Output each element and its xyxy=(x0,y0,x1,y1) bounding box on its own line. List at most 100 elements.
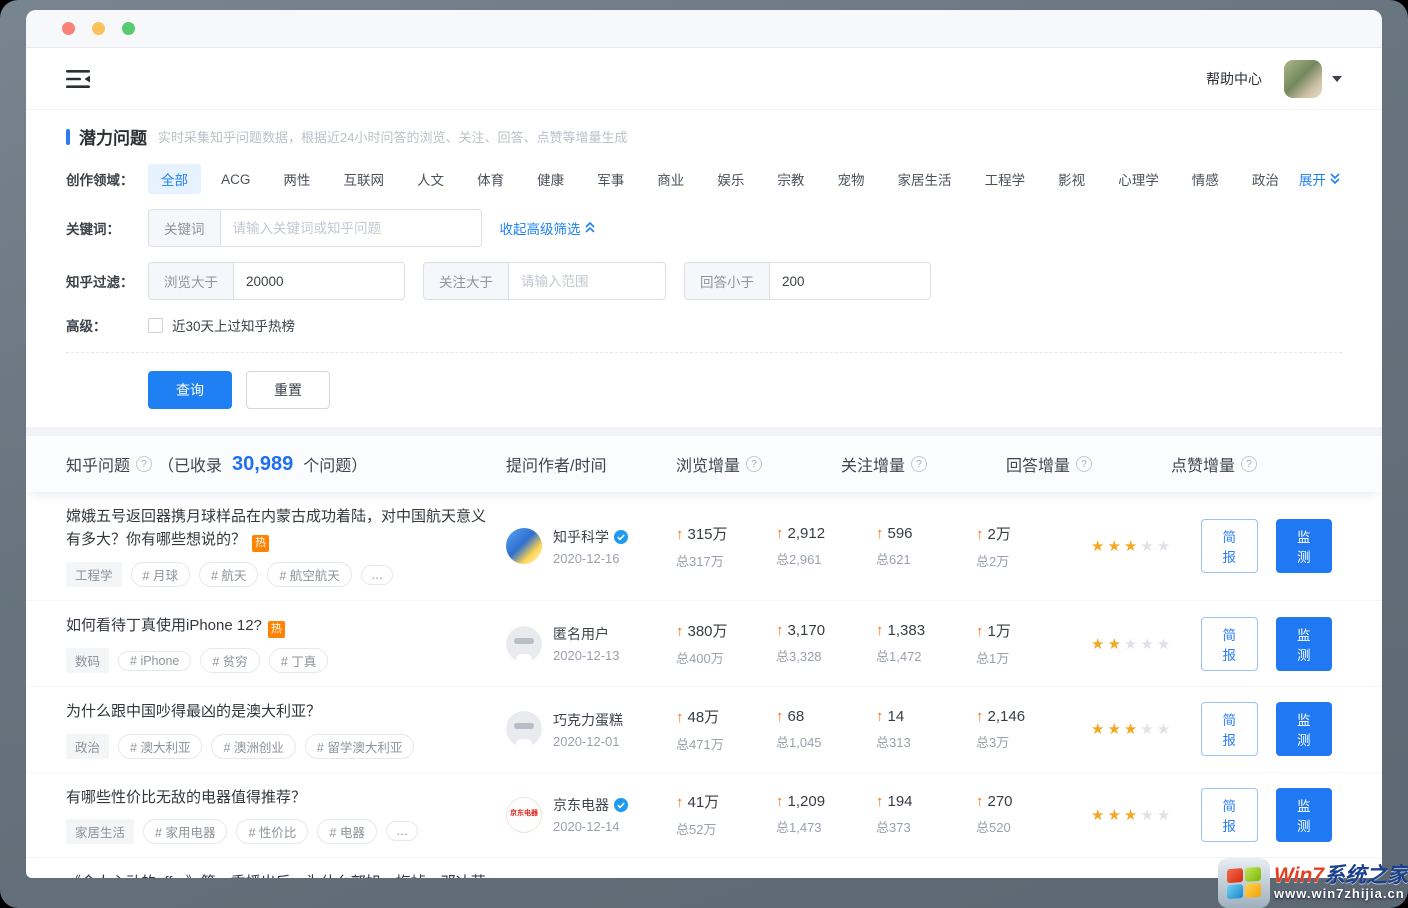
topic-tag[interactable]: # 航空航天 xyxy=(267,562,351,587)
topic-tag[interactable]: # 电器 xyxy=(317,819,376,844)
star-empty-icon: ★ xyxy=(1140,636,1156,653)
menu-fold-icon[interactable] xyxy=(66,69,90,89)
monitor-button[interactable]: 监测 xyxy=(1276,702,1333,756)
topic-tag[interactable]: # 澳洲创业 xyxy=(211,734,295,759)
follows-cell: ↑68 总1,045 xyxy=(776,708,876,751)
star-empty-icon: ★ xyxy=(1140,538,1156,555)
star-filled-icon: ★ xyxy=(1124,538,1140,555)
answers-help-icon[interactable]: ? xyxy=(1076,456,1092,472)
question-text: 有哪些性价比无敌的电器值得推荐？ xyxy=(66,789,306,806)
star-empty-icon: ★ xyxy=(1140,807,1156,824)
question-date: 2020-12-01 xyxy=(553,734,623,749)
keyword-input[interactable] xyxy=(220,209,482,247)
report-button[interactable]: 简报 xyxy=(1201,617,1258,671)
maximize-window-button[interactable] xyxy=(122,22,135,35)
topic-tag[interactable]: # 丁真 xyxy=(269,648,328,673)
domain-tab[interactable]: ACG xyxy=(208,167,263,192)
views-help-icon[interactable]: ? xyxy=(746,456,762,472)
domain-tab[interactable]: 全部 xyxy=(148,164,201,194)
domain-tab[interactable]: 娱乐 xyxy=(704,164,757,194)
category-tag: 数码 xyxy=(66,648,109,673)
author-name[interactable]: 匿名用户 xyxy=(553,624,609,644)
star-empty-icon: ★ xyxy=(1157,636,1173,653)
author-name[interactable]: 京东电器 xyxy=(553,795,609,815)
author-avatar[interactable]: 京东电器 xyxy=(506,797,542,833)
up-arrow-icon: ↑ xyxy=(676,709,684,726)
topic-tag[interactable]: # 月球 xyxy=(131,562,190,587)
domain-tab[interactable]: 健康 xyxy=(524,164,577,194)
hot-list-checkbox[interactable] xyxy=(148,318,163,333)
domain-tab[interactable]: 商业 xyxy=(644,164,697,194)
author-name[interactable]: 巧克力蛋糕 xyxy=(553,710,623,730)
collapse-advanced-label: 收起高级筛选 xyxy=(500,218,581,238)
topic-tag[interactable]: # 澳大利亚 xyxy=(118,734,202,759)
star-filled-icon: ★ xyxy=(1091,636,1107,653)
filter-panel: 潜力问题 实时采集知乎问题数据，根据近24小时问答的浏览、关注、回答、点赞等增量… xyxy=(26,110,1382,427)
domain-tab[interactable]: 工程学 xyxy=(972,164,1039,194)
domain-tab[interactable]: 互联网 xyxy=(330,164,397,194)
more-tags-pill[interactable]: … xyxy=(361,565,394,585)
domain-tab[interactable]: 政治 xyxy=(1239,164,1292,194)
collapse-advanced-link[interactable]: 收起高级筛选 xyxy=(500,218,595,238)
query-button[interactable]: 查询 xyxy=(148,371,232,409)
reset-button[interactable]: 重置 xyxy=(246,371,330,409)
table-row: 《令人心动的offer》第一季播出后，为什么郭旭，梅桢，邓冰莹都开始往博主方向发… xyxy=(26,858,1382,878)
star-empty-icon: ★ xyxy=(1140,721,1156,738)
question-title[interactable]: 《令人心动的offer》第一季播出后，为什么郭旭，梅桢，邓冰莹都开始往博主方向发… xyxy=(66,871,486,878)
likes-delta: 2,146 xyxy=(988,708,1026,725)
domain-tab[interactable]: 体育 xyxy=(464,164,517,194)
close-window-button[interactable] xyxy=(62,22,75,35)
answers-cell: ↑1,383 总1,472 xyxy=(876,622,976,665)
domain-tab[interactable]: 情感 xyxy=(1179,164,1232,194)
monitor-button[interactable]: 监测 xyxy=(1276,788,1333,842)
author-avatar[interactable] xyxy=(506,626,542,662)
follows-cell: ↑2,912 总2,961 xyxy=(776,525,876,568)
domain-tab[interactable]: 两性 xyxy=(270,164,323,194)
question-text: 嫦娥五号返回器携月球样品在内蒙古成功着陆，对中国航天意义有多大？你有哪些想说的？ xyxy=(66,508,486,548)
likes-help-icon[interactable]: ? xyxy=(1241,456,1257,472)
watermark-title: Win7系统之家 xyxy=(1274,864,1408,887)
answers-lt-input[interactable] xyxy=(769,262,931,300)
monitor-button[interactable]: 监测 xyxy=(1276,617,1333,671)
domain-tab[interactable]: 人文 xyxy=(404,164,457,194)
question-title[interactable]: 为什么跟中国吵得最凶的是澳大利亚？ xyxy=(66,700,486,723)
views-gt-input[interactable] xyxy=(233,262,405,300)
report-button[interactable]: 简报 xyxy=(1201,788,1258,842)
collected-prefix: （已收录 xyxy=(158,452,222,476)
question-help-icon[interactable]: ? xyxy=(136,456,152,472)
follows-help-icon[interactable]: ? xyxy=(911,456,927,472)
question-title[interactable]: 有哪些性价比无敌的电器值得推荐？ xyxy=(66,786,486,809)
author-cell: 匿名用户 2020-12-13 xyxy=(506,624,676,663)
star-empty-icon: ★ xyxy=(1157,807,1173,824)
author-name[interactable]: 知乎科学 xyxy=(553,527,609,547)
report-button[interactable]: 简报 xyxy=(1201,702,1258,756)
category-tag: 工程学 xyxy=(66,562,122,587)
expand-domains-link[interactable]: 展开 xyxy=(1299,169,1340,189)
question-title[interactable]: 嫦娥五号返回器携月球样品在内蒙古成功着陆，对中国航天意义有多大？你有哪些想说的？… xyxy=(66,505,486,552)
question-title[interactable]: 如何看待丁真使用iPhone 12?热 xyxy=(66,614,486,638)
topic-tag[interactable]: # 性价比 xyxy=(236,819,308,844)
author-avatar[interactable] xyxy=(506,528,542,564)
advanced-filter-row: 高级： 近30天上过知乎热榜 xyxy=(66,315,1342,335)
monitor-button[interactable]: 监测 xyxy=(1276,519,1333,573)
domain-tab[interactable]: 宗教 xyxy=(764,164,817,194)
domain-tab[interactable]: 宠物 xyxy=(824,164,877,194)
domain-tab[interactable]: 心理学 xyxy=(1105,164,1172,194)
follows-gt-input[interactable] xyxy=(508,262,666,300)
domain-tab[interactable]: 影视 xyxy=(1045,164,1098,194)
user-menu-caret-icon[interactable] xyxy=(1332,76,1342,82)
help-center-link[interactable]: 帮助中心 xyxy=(1206,69,1262,89)
topic-tag[interactable]: # 航天 xyxy=(199,562,258,587)
author-avatar[interactable] xyxy=(506,711,542,747)
topic-tag[interactable]: # iPhone xyxy=(118,651,191,671)
more-tags-pill[interactable]: … xyxy=(386,821,419,841)
topic-tag[interactable]: # 贫穷 xyxy=(200,648,259,673)
user-avatar[interactable] xyxy=(1284,60,1322,98)
domain-tab[interactable]: 军事 xyxy=(584,164,637,194)
report-button[interactable]: 简报 xyxy=(1201,519,1258,573)
topic-tag[interactable]: # 留学澳大利亚 xyxy=(305,734,414,759)
topic-tag[interactable]: # 家用电器 xyxy=(143,819,227,844)
domain-tab[interactable]: 家居生活 xyxy=(885,164,965,194)
minimize-window-button[interactable] xyxy=(92,22,105,35)
question-date: 2020-12-16 xyxy=(553,551,628,566)
